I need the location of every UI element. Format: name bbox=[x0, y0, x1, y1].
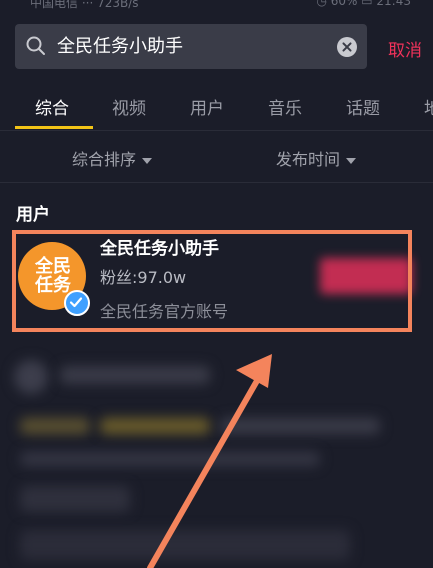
arrow-annotation bbox=[147, 354, 272, 568]
